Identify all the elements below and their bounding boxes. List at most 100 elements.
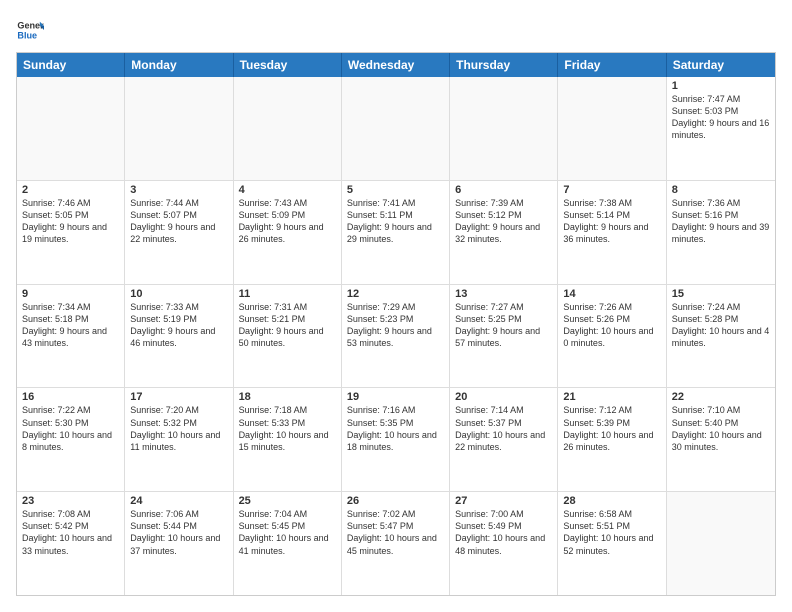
day-number: 6 [455,184,552,196]
day-info: Sunrise: 7:44 AM Sunset: 5:07 PM Dayligh… [130,197,227,246]
day-number: 7 [563,184,660,196]
calendar-cell: 3Sunrise: 7:44 AM Sunset: 5:07 PM Daylig… [125,181,233,284]
calendar-cell: 12Sunrise: 7:29 AM Sunset: 5:23 PM Dayli… [342,285,450,388]
calendar-cell: 19Sunrise: 7:16 AM Sunset: 5:35 PM Dayli… [342,388,450,491]
day-info: Sunrise: 7:31 AM Sunset: 5:21 PM Dayligh… [239,301,336,350]
calendar-cell: 21Sunrise: 7:12 AM Sunset: 5:39 PM Dayli… [558,388,666,491]
calendar-cell: 4Sunrise: 7:43 AM Sunset: 5:09 PM Daylig… [234,181,342,284]
day-info: Sunrise: 7:39 AM Sunset: 5:12 PM Dayligh… [455,197,552,246]
day-number: 28 [563,495,660,507]
calendar-cell: 5Sunrise: 7:41 AM Sunset: 5:11 PM Daylig… [342,181,450,284]
day-info: Sunrise: 7:16 AM Sunset: 5:35 PM Dayligh… [347,404,444,453]
calendar-cell: 18Sunrise: 7:18 AM Sunset: 5:33 PM Dayli… [234,388,342,491]
calendar-cell [342,77,450,180]
calendar-cell [234,77,342,180]
day-number: 12 [347,288,444,300]
day-number: 18 [239,391,336,403]
calendar-cell [558,77,666,180]
calendar-row: 2Sunrise: 7:46 AM Sunset: 5:05 PM Daylig… [17,181,775,285]
calendar-cell: 24Sunrise: 7:06 AM Sunset: 5:44 PM Dayli… [125,492,233,595]
day-number: 20 [455,391,552,403]
day-number: 5 [347,184,444,196]
day-info: Sunrise: 7:08 AM Sunset: 5:42 PM Dayligh… [22,508,119,557]
calendar-cell [450,77,558,180]
calendar-body: 1Sunrise: 7:47 AM Sunset: 5:03 PM Daylig… [17,77,775,595]
day-info: Sunrise: 7:46 AM Sunset: 5:05 PM Dayligh… [22,197,119,246]
weekday-header: Wednesday [342,53,450,77]
day-number: 25 [239,495,336,507]
day-number: 22 [672,391,770,403]
calendar-cell: 23Sunrise: 7:08 AM Sunset: 5:42 PM Dayli… [17,492,125,595]
calendar-cell: 25Sunrise: 7:04 AM Sunset: 5:45 PM Dayli… [234,492,342,595]
day-info: Sunrise: 7:38 AM Sunset: 5:14 PM Dayligh… [563,197,660,246]
calendar-row: 16Sunrise: 7:22 AM Sunset: 5:30 PM Dayli… [17,388,775,492]
weekday-header: Sunday [17,53,125,77]
logo: General Blue [16,16,48,44]
day-info: Sunrise: 7:47 AM Sunset: 5:03 PM Dayligh… [672,93,770,142]
day-number: 8 [672,184,770,196]
day-info: Sunrise: 7:04 AM Sunset: 5:45 PM Dayligh… [239,508,336,557]
calendar-cell: 10Sunrise: 7:33 AM Sunset: 5:19 PM Dayli… [125,285,233,388]
calendar-cell: 28Sunrise: 6:58 AM Sunset: 5:51 PM Dayli… [558,492,666,595]
weekday-header: Tuesday [234,53,342,77]
day-number: 27 [455,495,552,507]
day-info: Sunrise: 7:41 AM Sunset: 5:11 PM Dayligh… [347,197,444,246]
calendar-cell: 15Sunrise: 7:24 AM Sunset: 5:28 PM Dayli… [667,285,775,388]
calendar-cell: 13Sunrise: 7:27 AM Sunset: 5:25 PM Dayli… [450,285,558,388]
day-number: 4 [239,184,336,196]
calendar-cell: 20Sunrise: 7:14 AM Sunset: 5:37 PM Dayli… [450,388,558,491]
weekday-header: Saturday [667,53,775,77]
day-info: Sunrise: 7:00 AM Sunset: 5:49 PM Dayligh… [455,508,552,557]
day-info: Sunrise: 7:22 AM Sunset: 5:30 PM Dayligh… [22,404,119,453]
calendar-cell: 2Sunrise: 7:46 AM Sunset: 5:05 PM Daylig… [17,181,125,284]
calendar-cell [667,492,775,595]
day-number: 15 [672,288,770,300]
calendar-cell: 9Sunrise: 7:34 AM Sunset: 5:18 PM Daylig… [17,285,125,388]
day-info: Sunrise: 7:24 AM Sunset: 5:28 PM Dayligh… [672,301,770,350]
day-number: 23 [22,495,119,507]
day-number: 2 [22,184,119,196]
day-info: Sunrise: 7:14 AM Sunset: 5:37 PM Dayligh… [455,404,552,453]
day-info: Sunrise: 7:12 AM Sunset: 5:39 PM Dayligh… [563,404,660,453]
day-number: 26 [347,495,444,507]
day-number: 24 [130,495,227,507]
day-number: 13 [455,288,552,300]
day-info: Sunrise: 7:26 AM Sunset: 5:26 PM Dayligh… [563,301,660,350]
calendar-cell: 22Sunrise: 7:10 AM Sunset: 5:40 PM Dayli… [667,388,775,491]
header: General Blue [16,16,776,44]
calendar-cell: 8Sunrise: 7:36 AM Sunset: 5:16 PM Daylig… [667,181,775,284]
weekday-header: Monday [125,53,233,77]
weekday-header: Thursday [450,53,558,77]
day-number: 3 [130,184,227,196]
day-number: 21 [563,391,660,403]
day-number: 14 [563,288,660,300]
calendar-header: SundayMondayTuesdayWednesdayThursdayFrid… [17,53,775,77]
day-info: Sunrise: 7:29 AM Sunset: 5:23 PM Dayligh… [347,301,444,350]
day-info: Sunrise: 7:34 AM Sunset: 5:18 PM Dayligh… [22,301,119,350]
calendar-cell: 11Sunrise: 7:31 AM Sunset: 5:21 PM Dayli… [234,285,342,388]
day-number: 11 [239,288,336,300]
calendar-row: 23Sunrise: 7:08 AM Sunset: 5:42 PM Dayli… [17,492,775,595]
day-info: Sunrise: 7:36 AM Sunset: 5:16 PM Dayligh… [672,197,770,246]
svg-text:Blue: Blue [17,30,37,40]
day-info: Sunrise: 7:18 AM Sunset: 5:33 PM Dayligh… [239,404,336,453]
calendar-cell: 1Sunrise: 7:47 AM Sunset: 5:03 PM Daylig… [667,77,775,180]
calendar-cell: 27Sunrise: 7:00 AM Sunset: 5:49 PM Dayli… [450,492,558,595]
day-number: 17 [130,391,227,403]
calendar-row: 9Sunrise: 7:34 AM Sunset: 5:18 PM Daylig… [17,285,775,389]
calendar-cell: 7Sunrise: 7:38 AM Sunset: 5:14 PM Daylig… [558,181,666,284]
calendar-row: 1Sunrise: 7:47 AM Sunset: 5:03 PM Daylig… [17,77,775,181]
calendar-cell: 14Sunrise: 7:26 AM Sunset: 5:26 PM Dayli… [558,285,666,388]
weekday-header: Friday [558,53,666,77]
calendar-cell [125,77,233,180]
day-number: 19 [347,391,444,403]
day-info: Sunrise: 7:20 AM Sunset: 5:32 PM Dayligh… [130,404,227,453]
day-number: 10 [130,288,227,300]
calendar-cell: 17Sunrise: 7:20 AM Sunset: 5:32 PM Dayli… [125,388,233,491]
day-info: Sunrise: 7:10 AM Sunset: 5:40 PM Dayligh… [672,404,770,453]
page: General Blue SundayMondayTuesdayWednesda… [0,0,792,612]
day-info: Sunrise: 7:33 AM Sunset: 5:19 PM Dayligh… [130,301,227,350]
calendar-cell: 26Sunrise: 7:02 AM Sunset: 5:47 PM Dayli… [342,492,450,595]
day-number: 9 [22,288,119,300]
day-info: Sunrise: 7:06 AM Sunset: 5:44 PM Dayligh… [130,508,227,557]
